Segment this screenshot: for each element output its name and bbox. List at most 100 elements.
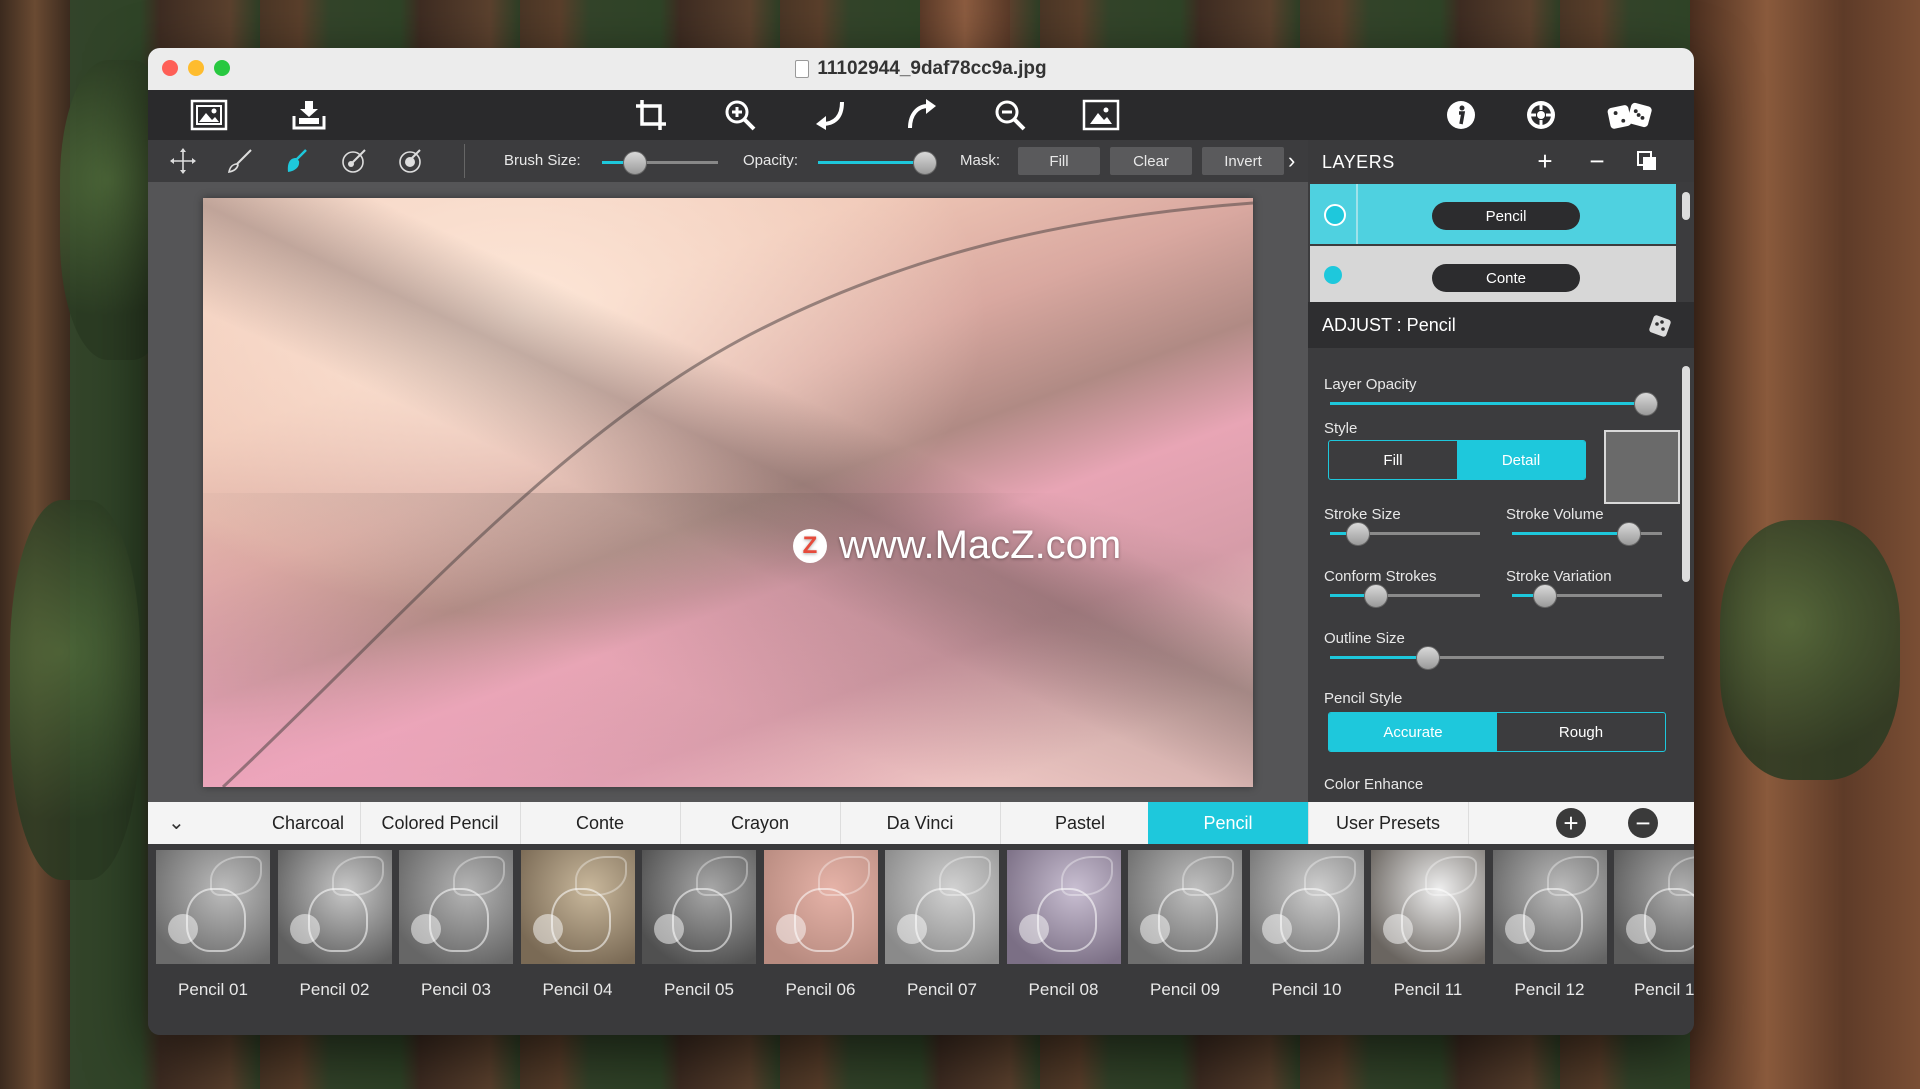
preset-thumbnail[interactable] (399, 850, 513, 964)
adjust-scrollbar[interactable] (1682, 366, 1690, 582)
random-dice-icon[interactable] (1648, 314, 1674, 338)
conform-strokes-slider[interactable] (1330, 584, 1480, 608)
layers-header: LAYERS + − (1308, 140, 1694, 182)
save-icon[interactable] (288, 98, 330, 132)
category-crayon[interactable]: Crayon (680, 802, 841, 844)
remove-preset-icon[interactable]: − (1628, 808, 1658, 838)
watermark-logo: Z (793, 528, 827, 563)
add-layer-icon[interactable]: + (1530, 146, 1560, 176)
zoom-window-button[interactable] (214, 60, 230, 76)
category-da-vinci[interactable]: Da Vinci (840, 802, 1001, 844)
layer-visibility-toggle[interactable] (1324, 204, 1346, 226)
crop-icon[interactable] (630, 98, 672, 132)
artwork-canvas[interactable]: Z www.MacZ.com (203, 198, 1253, 787)
watermark-text: www.MacZ.com (839, 523, 1122, 567)
opacity-slider-fill (818, 161, 925, 164)
slider-knob[interactable] (1633, 392, 1658, 416)
category-colored-pencil[interactable]: Colored Pencil (360, 802, 521, 844)
layer-opacity-label: Layer Opacity (1324, 376, 1417, 393)
undo-icon[interactable] (810, 98, 852, 132)
preset-thumbnail[interactable] (277, 850, 392, 964)
add-preset-icon[interactable]: + (1556, 808, 1586, 838)
preset-thumbnail[interactable] (1371, 850, 1485, 964)
slider-knob[interactable] (1616, 522, 1641, 546)
toolbar-divider (464, 144, 465, 178)
preset-thumbnail[interactable] (1614, 850, 1694, 964)
outline-size-slider[interactable] (1330, 646, 1664, 670)
preset-thumbnail[interactable] (1492, 850, 1607, 964)
foliage (1720, 520, 1900, 780)
outline-size-label: Outline Size (1324, 630, 1405, 647)
stroke-size-slider[interactable] (1330, 522, 1480, 546)
chevron-down-icon[interactable]: ⌄ (168, 810, 185, 835)
settings-icon[interactable] (1520, 98, 1562, 132)
open-image-icon[interactable] (188, 98, 230, 132)
minimize-window-button[interactable] (188, 60, 204, 76)
layer-opacity-slider[interactable] (1330, 392, 1658, 416)
slider-knob[interactable] (1415, 646, 1440, 670)
opacity-label: Opacity: (743, 152, 799, 169)
preset-thumbnail[interactable] (156, 850, 270, 964)
slider-knob[interactable] (1346, 522, 1370, 546)
layers-scrollbar[interactable] (1682, 192, 1690, 220)
smudge-brush-icon[interactable] (394, 146, 428, 176)
preset-preview-shape (1383, 914, 1413, 944)
restore-brush-icon[interactable] (337, 146, 371, 176)
brush-size-slider-knob[interactable] (623, 151, 648, 175)
pencil-style-rough-option[interactable]: Rough (1497, 713, 1665, 751)
layer-row-pencil[interactable]: Pencil (1310, 184, 1676, 244)
info-icon[interactable] (1440, 98, 1482, 132)
remove-layer-icon[interactable]: − (1582, 146, 1612, 176)
preset-thumbnail[interactable] (1128, 850, 1242, 964)
preset-thumbnail[interactable] (520, 850, 635, 964)
layer-visibility-toggle[interactable] (1324, 266, 1342, 284)
preset-thumbnail[interactable] (1006, 850, 1121, 964)
color-swatch[interactable] (1604, 430, 1680, 504)
zoom-in-icon[interactable] (720, 98, 762, 132)
style-detail-option[interactable]: Detail (1457, 441, 1585, 479)
zoom-out-icon[interactable] (990, 98, 1032, 132)
fit-image-icon[interactable] (1080, 98, 1122, 132)
stroke-volume-slider[interactable] (1512, 522, 1662, 546)
main-toolbar (148, 90, 1694, 140)
preset-label: Pencil 05 (664, 980, 734, 999)
slider-knob[interactable] (1532, 584, 1557, 608)
preset-thumbnail[interactable] (642, 850, 756, 964)
paint-brush-icon[interactable] (223, 146, 257, 176)
artwork-stroke (221, 201, 1253, 787)
style-fill-option[interactable]: Fill (1329, 441, 1457, 479)
move-icon[interactable] (166, 146, 200, 176)
style-segmented-control: Fill Detail (1328, 440, 1586, 480)
duplicate-layer-icon[interactable] (1632, 146, 1662, 176)
preset-preview-shape (1626, 914, 1656, 944)
stroke-variation-slider[interactable] (1512, 584, 1662, 608)
category-user-presets[interactable]: User Presets (1308, 802, 1469, 844)
preset-label: Pencil 07 (907, 980, 977, 999)
chevron-right-icon[interactable]: › (1288, 148, 1295, 174)
mask-clear-button[interactable]: Clear (1110, 147, 1192, 175)
redo-icon[interactable] (900, 98, 942, 132)
preset-thumbnail[interactable] (763, 850, 878, 964)
layer-name[interactable]: Conte (1432, 264, 1580, 292)
preset-preview-shape (654, 914, 684, 944)
mask-fill-button[interactable]: Fill (1018, 147, 1100, 175)
preset-thumbnail[interactable] (885, 850, 999, 964)
pencil-style-accurate-option[interactable]: Accurate (1329, 713, 1497, 751)
layer-name[interactable]: Pencil (1432, 202, 1580, 230)
color-brush-icon[interactable] (280, 146, 314, 176)
random-dice-icon[interactable] (1604, 98, 1656, 132)
mask-invert-button[interactable]: Invert (1202, 147, 1284, 175)
layers-title: LAYERS (1322, 152, 1395, 172)
preset-label: Pencil 08 (1028, 980, 1099, 999)
preset-label: Pencil 13 (1634, 980, 1694, 999)
opacity-slider-knob[interactable] (913, 151, 938, 175)
category-pencil[interactable]: Pencil (1148, 802, 1309, 844)
category-pastel[interactable]: Pastel (1000, 802, 1161, 844)
category-charcoal[interactable]: Charcoal (198, 802, 361, 844)
preset-thumbnail[interactable] (1249, 850, 1364, 964)
slider-knob[interactable] (1364, 584, 1388, 608)
category-conte[interactable]: Conte (520, 802, 681, 844)
app-window: 11102944_9daf78cc9a.jpg Brush Size: Opac… (148, 48, 1694, 1035)
layer-row-conte[interactable]: Conte (1310, 246, 1676, 306)
close-window-button[interactable] (162, 60, 178, 76)
